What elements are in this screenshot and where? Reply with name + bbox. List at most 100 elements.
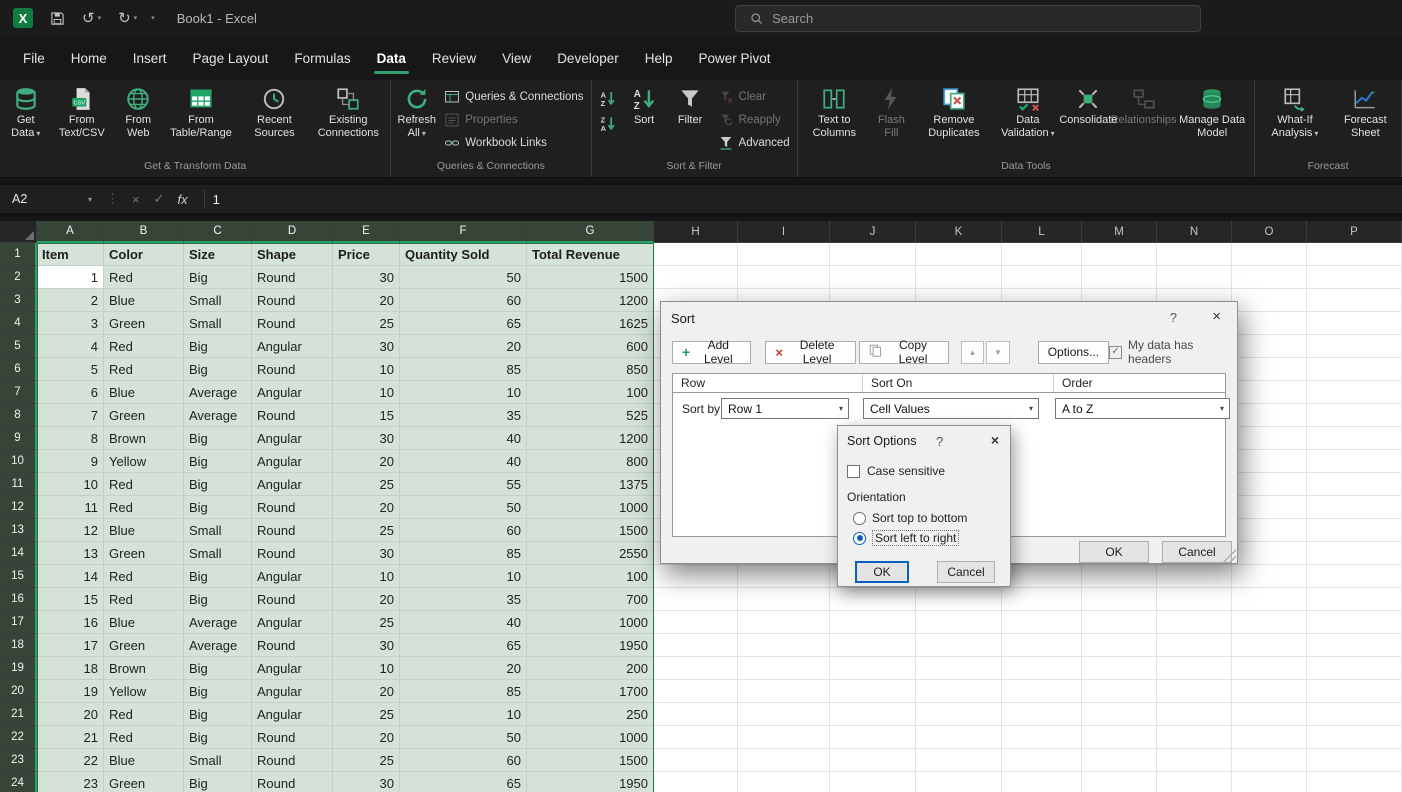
ribbon-button-clear[interactable]: Clear [714,86,794,108]
cell-P6[interactable] [1307,358,1402,381]
cell-O8[interactable] [1232,404,1307,427]
cell-F11[interactable]: 55 [400,473,527,496]
cell-E21[interactable]: 25 [333,703,400,726]
cell-I17[interactable] [738,611,830,634]
cell-F5[interactable]: 20 [400,335,527,358]
row-header-20[interactable]: 20 [0,680,37,703]
cell-G23[interactable]: 1500 [527,749,654,772]
sort-options-close-icon[interactable]: × [991,432,999,448]
cell-C11[interactable]: Big [184,473,252,496]
row-header-21[interactable]: 21 [0,703,37,726]
cell-C21[interactable]: Big [184,703,252,726]
cell-M21[interactable] [1082,703,1157,726]
cell-D1[interactable]: Shape [252,243,333,266]
cell-F9[interactable]: 40 [400,427,527,450]
cell-B5[interactable]: Red [104,335,184,358]
cell-B3[interactable]: Blue [104,289,184,312]
cell-A15[interactable]: 14 [37,565,104,588]
cell-H23[interactable] [654,749,738,772]
cell-M2[interactable] [1082,266,1157,289]
menu-tab-power-pivot[interactable]: Power Pivot [686,45,784,72]
formula-input[interactable]: 1 [213,192,220,207]
cell-A24[interactable]: 23 [37,772,104,792]
ribbon-button-filter[interactable]: Filter [668,83,713,154]
cell-F7[interactable]: 10 [400,381,527,404]
row-header-6[interactable]: 6 [0,358,37,381]
cell-P18[interactable] [1307,634,1402,657]
cell-C4[interactable]: Small [184,312,252,335]
cell-D4[interactable]: Round [252,312,333,335]
cell-O9[interactable] [1232,427,1307,450]
sort-options-button[interactable]: Options... [1038,341,1109,364]
cell-B16[interactable]: Red [104,588,184,611]
cell-E13[interactable]: 25 [333,519,400,542]
row-header-1[interactable]: 1 [0,243,37,266]
cell-B24[interactable]: Green [104,772,184,792]
menu-tab-page-layout[interactable]: Page Layout [180,45,282,72]
cell-B18[interactable]: Green [104,634,184,657]
row-header-18[interactable]: 18 [0,634,37,657]
row-header-19[interactable]: 19 [0,657,37,680]
cell-D3[interactable]: Round [252,289,333,312]
cell-F20[interactable]: 85 [400,680,527,703]
cell-D2[interactable]: Round [252,266,333,289]
sort-dialog-close-icon[interactable]: × [1212,308,1221,325]
cell-G18[interactable]: 1950 [527,634,654,657]
cell-A10[interactable]: 9 [37,450,104,473]
cell-E10[interactable]: 20 [333,450,400,473]
row-header-11[interactable]: 11 [0,473,37,496]
cell-J2[interactable] [830,266,916,289]
row-header-2[interactable]: 2 [0,266,37,289]
cell-B22[interactable]: Red [104,726,184,749]
case-sensitive-checkbox[interactable]: Case sensitive [847,464,945,478]
cell-O22[interactable] [1232,726,1307,749]
cell-A18[interactable]: 17 [37,634,104,657]
cell-P9[interactable] [1307,427,1402,450]
insert-function-icon[interactable]: fx [172,192,196,207]
cell-E18[interactable]: 30 [333,634,400,657]
cell-L19[interactable] [1002,657,1082,680]
row-header-10[interactable]: 10 [0,450,37,473]
cell-P21[interactable] [1307,703,1402,726]
cell-J1[interactable] [830,243,916,266]
cell-K22[interactable] [916,726,1002,749]
cell-N21[interactable] [1157,703,1232,726]
copy-level-button[interactable]: Copy Level [859,341,949,364]
cell-D8[interactable]: Round [252,404,333,427]
cell-L24[interactable] [1002,772,1082,792]
cell-L15[interactable] [1002,565,1082,588]
cell-D7[interactable]: Angular [252,381,333,404]
row-header-15[interactable]: 15 [0,565,37,588]
cell-J18[interactable] [830,634,916,657]
customize-toolbar-icon[interactable]: ▾ [151,14,155,22]
cell-H17[interactable] [654,611,738,634]
cell-K20[interactable] [916,680,1002,703]
row-header-23[interactable]: 23 [0,749,37,772]
ribbon-button-sort[interactable]: AZSort [622,83,667,154]
cell-C8[interactable]: Average [184,404,252,427]
cell-M19[interactable] [1082,657,1157,680]
cell-H2[interactable] [654,266,738,289]
cell-A5[interactable]: 4 [37,335,104,358]
column-header-K[interactable]: K [916,221,1002,243]
column-header-I[interactable]: I [738,221,830,243]
cell-M1[interactable] [1082,243,1157,266]
sort-ok-button[interactable]: OK [1079,541,1149,563]
cell-I22[interactable] [738,726,830,749]
row-header-7[interactable]: 7 [0,381,37,404]
save-icon[interactable] [50,11,65,26]
cell-C3[interactable]: Small [184,289,252,312]
ribbon-button-consolidate[interactable]: Consolidate [1063,83,1114,154]
cell-P23[interactable] [1307,749,1402,772]
ribbon-button-queries-connections[interactable]: Queries & Connections [440,86,587,108]
cell-F18[interactable]: 65 [400,634,527,657]
ribbon-button-sort-a-to-z[interactable]: AZ [595,86,621,110]
ribbon-button-manage-data-model[interactable]: Manage Data Model [1173,83,1251,154]
cell-P22[interactable] [1307,726,1402,749]
cell-E9[interactable]: 30 [333,427,400,450]
cell-I16[interactable] [738,588,830,611]
cell-C12[interactable]: Big [184,496,252,519]
cell-G17[interactable]: 1000 [527,611,654,634]
ribbon-button-reapply[interactable]: Reapply [714,109,794,131]
column-header-D[interactable]: D [252,221,333,243]
